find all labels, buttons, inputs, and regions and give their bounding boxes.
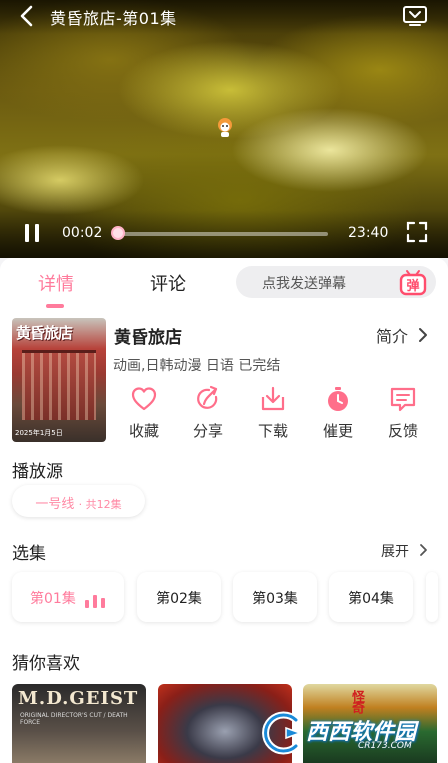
chevron-right-icon[interactable] — [418, 327, 428, 343]
share-icon — [197, 385, 218, 409]
action-label: 催更 — [322, 422, 353, 440]
action-label: 反馈 — [387, 422, 418, 440]
download-icon — [261, 386, 285, 411]
poster-date: 2025年1月5日 — [15, 429, 63, 437]
progress-bar[interactable] — [118, 232, 328, 236]
episode-list: 第01集 第02集 第03集 第04集 — [0, 572, 448, 624]
site-watermark: 西西软件园 CR173.COM — [248, 708, 444, 760]
player-title: 黄昏旅店-第01集 — [50, 9, 177, 28]
anime-title: 黄昏旅店 — [114, 328, 182, 348]
feedback-button[interactable]: 反馈 — [371, 382, 435, 444]
episode-item-partial[interactable] — [426, 572, 438, 622]
urge-update-button[interactable]: 催更 — [306, 382, 370, 444]
action-row: 收藏 分享 下载 催更 反馈 — [110, 382, 446, 444]
poster-logo: 黄昏旅店 — [16, 324, 73, 342]
source-chip-line1[interactable]: 一号线 · 共12集 — [12, 485, 145, 517]
collect-button[interactable]: 收藏 — [112, 382, 176, 444]
pause-icon[interactable] — [20, 221, 44, 245]
total-time: 23:40 — [348, 225, 389, 241]
episodes-section-title: 选集 — [12, 544, 46, 564]
anime-poster[interactable]: 黄昏旅店 2025年1月5日 — [12, 318, 106, 442]
recommend-cover-subtitle: ORIGINAL DIRECTOR'S CUT / DEATH FORCE — [20, 712, 128, 726]
share-button[interactable]: 分享 — [176, 382, 240, 444]
episode-label: 第04集 — [348, 591, 394, 607]
episode-item-04[interactable]: 第04集 — [329, 572, 413, 622]
episode-item-01[interactable]: 第01集 — [12, 572, 124, 622]
mascot-icon — [218, 118, 232, 137]
tab-comment[interactable]: 评论 — [150, 270, 186, 296]
back-arrow-icon[interactable] — [16, 4, 40, 28]
episode-label: 第03集 — [252, 591, 298, 607]
danmaku-toggle-icon[interactable]: 弹 — [398, 267, 428, 297]
source-count: · 共12集 — [78, 498, 122, 511]
danmaku-placeholder: 点我发送弹幕 — [262, 276, 346, 292]
anime-meta: 动画,日韩动漫 日语 已完结 — [113, 358, 281, 374]
download-button[interactable]: 下载 — [241, 382, 305, 444]
episode-item-03[interactable]: 第03集 — [233, 572, 317, 622]
active-tab-indicator — [46, 304, 64, 308]
chevron-right-icon[interactable] — [419, 543, 428, 557]
now-playing-icon — [85, 595, 105, 608]
episode-label: 第02集 — [156, 591, 202, 607]
source-chip-label: 一号线 · 共12集 — [12, 493, 145, 512]
action-label: 收藏 — [128, 422, 159, 440]
intro-link[interactable]: 简介 — [376, 323, 408, 347]
timer-icon — [328, 387, 348, 411]
action-label: 下载 — [257, 422, 288, 440]
tab-detail[interactable]: 详情 — [38, 270, 74, 296]
action-label: 分享 — [192, 422, 223, 440]
recommend-section-title: 猜你喜欢 — [12, 654, 80, 674]
cast-tv-icon[interactable] — [402, 4, 428, 28]
detail-tabs-bar: 详情 评论 点我发送弹幕 弹 — [0, 258, 448, 310]
watermark-domain: CR173.COM — [358, 741, 412, 751]
feedback-icon — [390, 387, 416, 412]
source-section-title: 播放源 — [12, 462, 63, 482]
heart-icon — [131, 387, 157, 411]
fullscreen-icon[interactable] — [406, 221, 428, 243]
video-player[interactable]: 黄昏旅店-第01集 00:02 23:40 — [0, 0, 448, 258]
detail-content: 黄昏旅店 2025年1月5日 黄昏旅店 简介 动画,日韩动漫 日语 已完结 收藏… — [0, 310, 448, 763]
episode-item-02[interactable]: 第02集 — [137, 572, 221, 622]
danmaku-input[interactable]: 点我发送弹幕 弹 — [236, 266, 436, 298]
expand-episodes-link[interactable]: 展开 — [381, 541, 409, 561]
watermark-logo-icon — [262, 711, 303, 755]
danmaku-icon-label: 弹 — [406, 278, 419, 294]
recommend-card-1[interactable]: M.D.GEIST ORIGINAL DIRECTOR'S CUT / DEAT… — [12, 684, 146, 763]
current-time: 00:02 — [62, 225, 103, 241]
source-name: 一号线 — [35, 497, 75, 512]
poster-building-art — [22, 350, 96, 420]
recommend-cover-title: M.D.GEIST — [18, 688, 139, 709]
